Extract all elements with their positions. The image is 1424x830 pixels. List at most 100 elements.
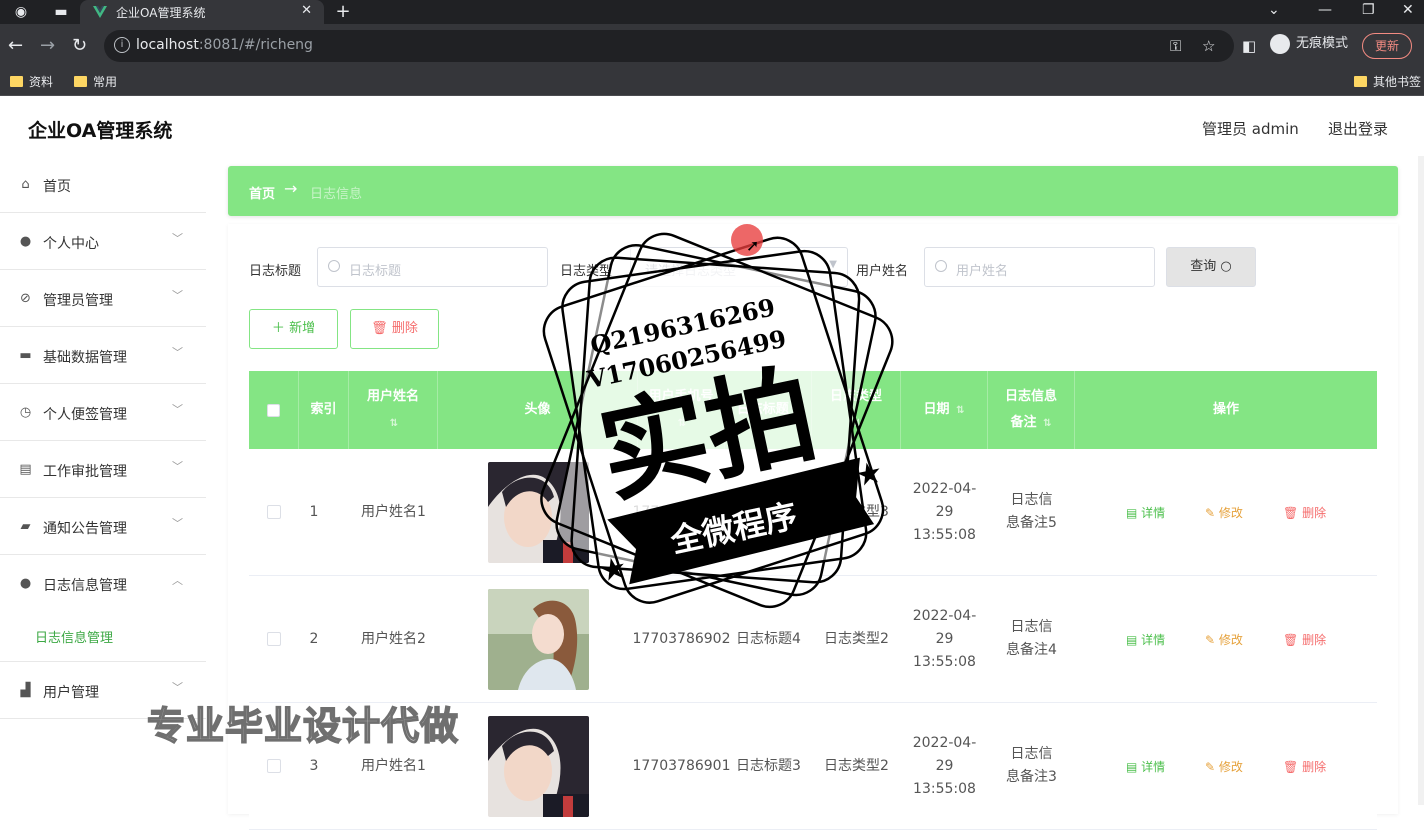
cursor-icon: ➚ [746,236,760,255]
sidebar-item-label: 工作审批管理 [43,464,127,480]
trash-icon: 🗑 [371,321,388,336]
sidebar-item-notice[interactable]: ▰ 通知公告管理 ﹀ [0,498,206,555]
delete-button[interactable]: 🗑 删除 [1283,504,1326,521]
site-info-icon[interactable]: i [114,37,130,53]
detail-button[interactable]: ▤ 详情 [1126,504,1165,521]
restore-icon[interactable]: ❐ [1362,2,1375,18]
sidebar-toggle-icon[interactable]: ◧ [1242,37,1256,55]
edit-button[interactable]: ✎ 修改 [1205,631,1243,648]
row-checkbox[interactable] [267,632,281,646]
filter-name-input[interactable]: 用户姓名 [924,247,1155,287]
document-icon: ▤ [1126,760,1138,774]
close-window-icon[interactable]: ✕ [1402,2,1414,18]
clock-icon: ◷ [19,405,32,420]
sidebar-menu: ⌂ 首页 ● 个人中心 ﹀ ⊘ 管理员管理 ﹀ ▬ 基础数据管理 ﹀ ◷ 个人便… [0,156,206,805]
sidebar-item-label: 用户管理 [43,685,99,701]
edit-button[interactable]: ✎ 修改 [1205,504,1243,521]
cell-phone: 17703786901 [632,503,731,520]
user-avatar [487,588,589,690]
cell-title: 日志标题3 [736,757,801,774]
bookmark-folder-changyong[interactable]: 常用 [74,73,117,90]
incognito-indicator[interactable]: 无痕模式 [1270,32,1348,54]
sidebar-item-label: 个人中心 [43,236,99,252]
edit-icon: ✎ [1205,506,1216,520]
star-icon[interactable]: ☆ [1202,37,1215,55]
globe-icon[interactable]: ◉ [12,3,30,21]
query-button-label: 查询 [1190,259,1217,274]
reload-icon[interactable]: ↻ [72,36,87,56]
sidebar-subitem-label: 日志信息管理 [35,631,114,646]
bookmark-folder-ziliao[interactable]: 资料 [10,73,53,90]
row-checkbox[interactable] [267,759,281,773]
update-button[interactable]: 更新 [1362,33,1412,59]
main-content: 首页 → 日志信息 日志标题 日志标题 日志类型 请选择日志类型 ▼ 用户姓名 … [206,156,1418,830]
header-type[interactable]: 日志类型 ⇅ [812,371,901,449]
new-tab-icon[interactable]: + [334,3,352,21]
minimize-icon[interactable]: — [1318,2,1332,18]
sidebar-item-approval[interactable]: ▤ 工作审批管理 ﹀ [0,441,206,498]
document-icon: ▤ [1126,506,1138,520]
header-title[interactable]: 日志标题 ⇅ [725,371,812,449]
sort-icon: ⇅ [1043,417,1052,429]
url-bar[interactable]: i localhost:8081/#/richeng ⚿ ☆ [104,30,1234,62]
folder-icon [1354,76,1367,87]
batch-delete-button[interactable]: 🗑 删除 [350,309,439,349]
edit-icon: ✎ [1205,760,1216,774]
filter-title-input[interactable]: 日志标题 [317,247,548,287]
add-button-label: 新增 [289,321,316,336]
app-header: 企业OA管理系统 管理员 admin 退出登录 [0,96,1424,156]
sidebar-subitem-log-info[interactable]: 日志信息管理 [0,612,206,662]
tab-close-icon[interactable]: ✕ [301,3,312,18]
sidebar-item-notes[interactable]: ◷ 个人便签管理 ﹀ [0,384,206,441]
filter-type-placeholder: 请选择日志类型 [645,264,737,279]
cell-type: 日志类型3 [824,503,889,520]
row-checkbox[interactable] [267,505,281,519]
header-phone[interactable]: 用户手机号⇅ [638,371,725,449]
sort-icon: ⇅ [790,404,800,416]
bookmark-folder-other[interactable]: 其他书签 [1354,73,1421,90]
table-row: 2 用户姓名2 17703786902 日志标题4 日志类型2 2022-04-… [249,576,1377,703]
delete-button[interactable]: 🗑 删除 [1283,631,1326,648]
browser-tab-active[interactable]: 企业OA管理系统 ✕ [80,0,324,24]
sidebar-item-admin-manage[interactable]: ⊘ 管理员管理 ﹀ [0,270,206,327]
trash-icon: 🗑 [1283,633,1299,647]
sidebar-item-user-manage[interactable]: ▟ 用户管理 ﹀ [0,662,206,719]
sidebar-item-personal-center[interactable]: ● 个人中心 ﹀ [0,213,206,270]
chevron-down-icon: ﹀ [172,517,183,530]
delete-button[interactable]: 🗑 删除 [1283,758,1326,775]
sort-icon: ⇅ [677,417,687,429]
table-row: 3 用户姓名1 17703786901 日志标题3 日志类型2 2022-04-… [249,703,1377,830]
page-scrollbar[interactable] [1418,156,1424,805]
chevron-down-icon: ﹀ [172,681,183,694]
sidebar-item-log-manage[interactable]: ● 日志信息管理 ︿ [0,555,206,612]
delete-button-label: 删除 [391,321,418,336]
header-index: 索引 [299,371,349,449]
vue-logo-icon [93,6,107,18]
add-button[interactable]: ＋ 新增 [249,309,338,349]
sidebar-item-basic-data[interactable]: ▬ 基础数据管理 ﹀ [0,327,206,384]
ticket-icon: ▰ [20,519,31,534]
edit-button[interactable]: ✎ 修改 [1205,758,1243,775]
back-icon[interactable]: ← [8,36,23,56]
select-all-checkbox[interactable] [267,403,280,417]
filter-name-placeholder: 用户姓名 [956,264,1009,279]
url-text[interactable]: localhost:8081/#/richeng [136,37,313,53]
key-icon[interactable]: ⚿ [1170,37,1181,55]
forward-icon[interactable]: → [40,36,55,56]
detail-button[interactable]: ▤ 详情 [1126,631,1165,648]
header-avatar: 头像 [438,371,638,449]
tab-square-icon[interactable]: ▬ [52,3,70,21]
detail-button[interactable]: ▤ 详情 [1126,758,1165,775]
query-button[interactable]: 查询 ○ [1166,247,1256,287]
header-remark[interactable]: 日志信息备注 ⇅ [988,371,1075,449]
tab-search-icon[interactable]: ⌄ [1268,2,1280,18]
user-avatar [487,461,589,563]
chevron-down-icon: ﹀ [172,346,183,359]
header-select-all[interactable] [249,371,299,449]
breadcrumb-home[interactable]: 首页 [249,183,275,202]
sidebar-item-home[interactable]: ⌂ 首页 [0,156,206,213]
header-name[interactable]: 用户姓名 ⇅ [349,371,438,449]
breadcrumb-separator: → [284,179,298,198]
header-date[interactable]: 日期 ⇅ [901,371,988,449]
logout-link[interactable]: 退出登录 [1328,118,1388,139]
